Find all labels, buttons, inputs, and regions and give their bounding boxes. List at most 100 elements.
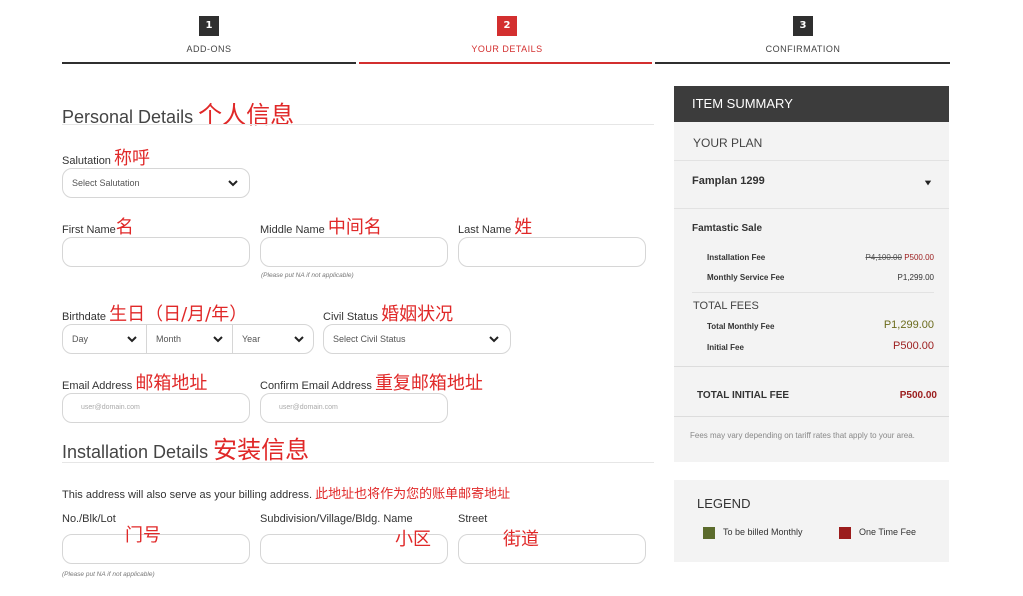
- subdivision-input[interactable]: 小区: [260, 529, 448, 564]
- legend-title: LEGEND: [697, 496, 751, 511]
- your-plan-label: YOUR PLAN: [693, 136, 763, 150]
- subdivision-label: Subdivision/Village/Bldg. Name: [260, 513, 413, 525]
- email-label-text: Email Address: [62, 380, 133, 392]
- step-3-number[interactable]: 3: [793, 16, 813, 36]
- step-2-line: [359, 62, 652, 64]
- total-monthly-value: P1,299.00: [883, 319, 934, 331]
- email-label: Email Address 邮箱地址: [62, 369, 207, 395]
- last-name-input[interactable]: [458, 237, 646, 267]
- monthly-legend-label: To be billed Monthly: [723, 527, 803, 537]
- birthdate-label-cn: 生日（日/月/年）: [109, 304, 248, 325]
- summary-divider-5: [674, 416, 949, 417]
- street-label: Street: [458, 513, 488, 525]
- caret-down-icon: [924, 180, 932, 186]
- middle-name-label-text: Middle Name: [260, 224, 325, 236]
- first-name-label-cn: 名: [115, 217, 134, 238]
- sale-name: Famtastic Sale: [692, 223, 763, 234]
- onetime-legend-swatch: [839, 527, 851, 539]
- birthdate-day-value: Day: [72, 334, 89, 344]
- summary-divider-1: [674, 160, 949, 161]
- lot-label-cn: 门号: [125, 525, 161, 546]
- installation-details-title: Installation Details 安装信息: [62, 430, 309, 465]
- personal-divider: [62, 124, 654, 125]
- monthly-fee-value: P1,299.00: [897, 273, 934, 282]
- billing-note-text: This address will also serve as your bil…: [62, 489, 313, 501]
- plan-value: Famplan 1299: [692, 175, 765, 187]
- fees-disclaimer: Fees may vary depending on tariff rates …: [690, 431, 915, 440]
- step-1-number[interactable]: 1: [199, 16, 219, 36]
- summary-divider-4: [674, 366, 949, 367]
- birthdate-month-select[interactable]: Month: [147, 325, 233, 353]
- lot-note: (Please put NA if not applicable): [62, 571, 155, 578]
- middle-name-label-cn: 中间名: [327, 217, 382, 238]
- chevron-down-icon: [127, 336, 137, 343]
- installation-fee-values: P4,100.00 P500.00: [800, 253, 934, 262]
- last-name-label-cn: 姓: [514, 217, 533, 238]
- installation-fee-label: Installation Fee: [707, 253, 766, 262]
- item-summary-title: ITEM SUMMARY: [674, 86, 949, 122]
- salutation-label-cn: 称呼: [114, 148, 150, 169]
- first-name-label: First Name名: [62, 213, 134, 239]
- lot-label: No./Blk/Lot: [62, 513, 116, 525]
- salutation-value: Select Salutation: [72, 178, 140, 188]
- step-3-label[interactable]: CONFIRMATION: [703, 44, 903, 54]
- summary-divider-2: [674, 208, 949, 209]
- onetime-legend-label: One Time Fee: [859, 527, 917, 537]
- lot-input[interactable]: 门号: [62, 525, 250, 564]
- chevron-down-icon: [228, 180, 238, 187]
- birthdate-selects: Day Month Year: [62, 324, 314, 354]
- confirm-email-label-text: Confirm Email Address: [260, 380, 372, 392]
- confirm-email-field[interactable]: user@domain.com: [260, 393, 448, 423]
- civil-status-label-cn: 婚姻状况: [381, 304, 454, 325]
- last-name-label: Last Name 姓: [458, 213, 532, 239]
- birthdate-day-select[interactable]: Day: [63, 325, 147, 353]
- birthdate-label-text: Birthdate: [62, 311, 107, 323]
- chevron-down-icon: [213, 336, 223, 343]
- step-2-label[interactable]: YOUR DETAILS: [407, 44, 607, 54]
- initial-fee-label: Initial Fee: [707, 343, 744, 352]
- birthdate-year-value: Year: [242, 334, 261, 344]
- email-placeholder: user@domain.com: [81, 404, 140, 411]
- last-name-label-text: Last Name: [458, 224, 512, 236]
- civil-status-select[interactable]: Select Civil Status: [323, 324, 511, 354]
- salutation-label-text: Salutation: [62, 155, 111, 167]
- total-initial-fee-label: TOTAL INITIAL FEE: [697, 390, 790, 401]
- civil-status-value: Select Civil Status: [333, 334, 406, 344]
- total-monthly-label: Total Monthly Fee: [707, 322, 775, 331]
- step-1-label[interactable]: ADD-ONS: [109, 44, 309, 54]
- step-1-line: [62, 62, 356, 64]
- salutation-label: Salutation 称呼: [62, 144, 150, 170]
- salutation-select[interactable]: Select Salutation: [62, 168, 250, 198]
- street-input[interactable]: 街道: [458, 529, 646, 564]
- installation-fee-old: P4,100.00: [865, 253, 902, 262]
- confirm-email-label-cn: 重复邮箱地址: [374, 373, 483, 394]
- installation-title-cn: 安装信息: [213, 436, 310, 464]
- confirm-email-placeholder: user@domain.com: [279, 404, 338, 411]
- plan-select[interactable]: Famplan 1299: [692, 175, 932, 187]
- birthdate-year-select[interactable]: Year: [233, 325, 313, 353]
- confirm-email-label: Confirm Email Address 重复邮箱地址: [260, 369, 483, 395]
- billing-note-cn: 此地址也将作为您的账单邮寄地址: [315, 487, 511, 502]
- monthly-legend-swatch: [703, 527, 715, 539]
- chevron-down-icon: [489, 336, 499, 343]
- installation-divider: [62, 462, 654, 463]
- summary-divider-3: [692, 292, 934, 293]
- middle-name-label: Middle Name 中间名: [260, 213, 382, 239]
- birthdate-label: Birthdate 生日（日/月/年）: [62, 300, 247, 326]
- installation-title-text: Installation Details: [62, 442, 209, 462]
- chevron-down-icon: [294, 336, 304, 343]
- step-2-number[interactable]: 2: [497, 16, 517, 36]
- installation-fee-new: P500.00: [904, 253, 934, 262]
- first-name-input[interactable]: [62, 237, 250, 267]
- email-field[interactable]: user@domain.com: [62, 393, 250, 423]
- first-name-label-text: First Name: [62, 224, 116, 236]
- birthdate-month-value: Month: [156, 334, 182, 344]
- total-fees-label: TOTAL FEES: [693, 300, 759, 312]
- street-label-cn: 街道: [503, 529, 539, 550]
- step-3-line: [655, 62, 950, 64]
- billing-address-note: This address will also serve as your bil…: [62, 483, 510, 502]
- middle-name-input[interactable]: [260, 237, 448, 267]
- subdivision-label-cn: 小区: [395, 529, 431, 550]
- monthly-fee-label: Monthly Service Fee: [707, 273, 785, 282]
- middle-name-note: (Please put NA if not applicable): [261, 272, 354, 279]
